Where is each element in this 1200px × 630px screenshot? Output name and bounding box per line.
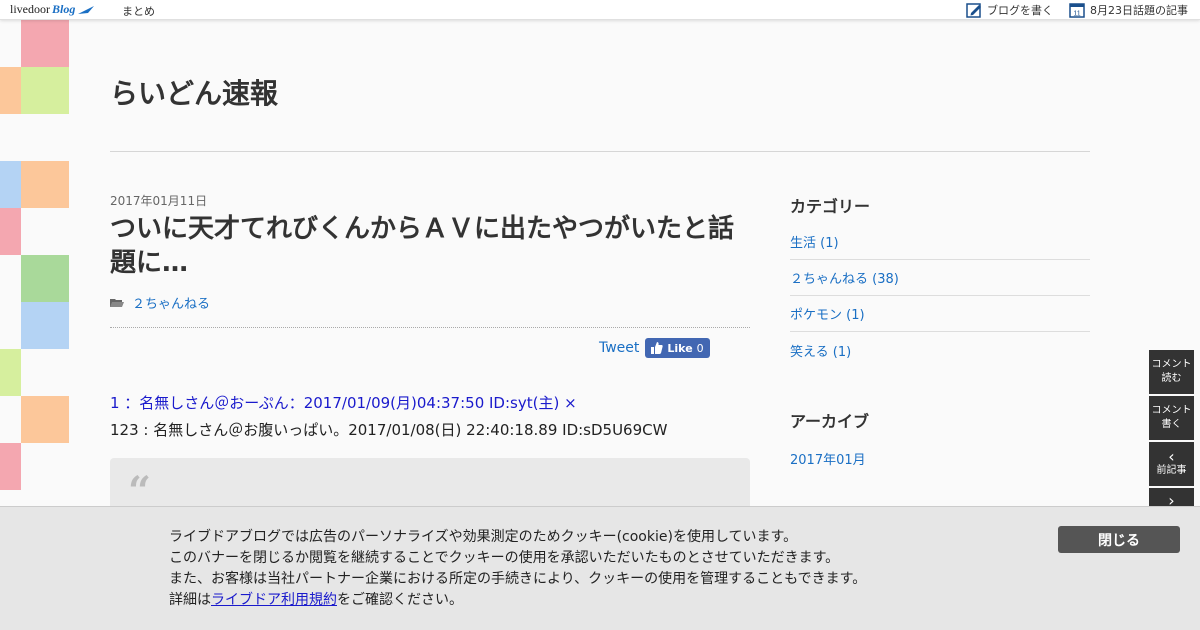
response-header: 1 ：名無しさん＠おーぷん：2017/01/09(月)04:37:50 ID:s… — [110, 394, 577, 412]
header-divider — [110, 151, 1090, 152]
livedoor-blog-logo[interactable]: livedoor Blog — [10, 2, 95, 17]
tweet-button[interactable]: Tweet — [599, 340, 639, 356]
calendar-day: 11 — [1073, 11, 1080, 18]
archive-heading: アーカイブ — [790, 412, 870, 431]
logo-main-text: livedoor — [10, 2, 50, 16]
folder-icon — [110, 299, 124, 307]
post-divider — [110, 327, 750, 328]
post-category: ２ちゃんねる — [110, 293, 210, 312]
bird-icon — [78, 5, 95, 14]
mosaic-tile — [21, 255, 69, 302]
category-item[interactable]: ２ちゃんねる (38) — [790, 260, 1090, 296]
like-count: 0 — [696, 341, 704, 355]
cookie-line-4-prefix: 詳細は — [169, 592, 211, 608]
terms-link[interactable]: ライブドア利用規約 — [211, 592, 337, 608]
trending-articles-link[interactable]: 11 8月23日話題の記事 — [1069, 1, 1188, 19]
close-banner-button[interactable]: 閉じる — [1058, 526, 1180, 553]
cookie-banner: ライブドアブログでは広告のパーソナライズや効果測定のためクッキー(cookie)… — [0, 506, 1200, 630]
category-item[interactable]: 笑える (1) — [790, 332, 1090, 368]
site-title[interactable]: らいどん速報 — [110, 72, 278, 112]
cookie-line-3: また、お客様は当社パートナー企業における所定の手続きにより、クッキーの使用を管理… — [169, 571, 867, 587]
mosaic-tile — [0, 161, 21, 208]
post-category-link[interactable]: ２ちゃんねる — [132, 293, 210, 312]
cookie-text: ライブドアブログでは広告のパーソナライズや効果測定のためクッキー(cookie)… — [169, 527, 866, 611]
decorative-mosaic — [0, 20, 70, 510]
prev-article-button[interactable]: ‹ 前記事 — [1149, 442, 1194, 486]
post-title[interactable]: ついに天才てれびくんからＡＶに出たやつがいたと話題に… — [110, 212, 750, 280]
mosaic-tile — [0, 349, 21, 396]
share-buttons: Tweet Like 0 — [599, 338, 710, 358]
trending-label: 8月23日話題の記事 — [1090, 4, 1188, 17]
facebook-like-button[interactable]: Like 0 — [645, 338, 710, 358]
mosaic-tile — [0, 443, 21, 490]
category-heading: カテゴリー — [790, 197, 871, 216]
chevron-left-icon: ‹ — [1168, 447, 1175, 466]
mosaic-tile — [21, 161, 69, 208]
cookie-line-2: このバナーを閉じるか閲覧を継続することでクッキーの使用を承認いただいたものとさせ… — [169, 550, 840, 566]
nav-matome-link[interactable]: まとめ — [122, 3, 155, 19]
category-item[interactable]: ポケモン (1) — [790, 296, 1090, 332]
write-comment-button[interactable]: コメント 書く — [1149, 396, 1194, 440]
mosaic-tile — [0, 67, 21, 114]
prev-article-label: 前記事 — [1156, 465, 1187, 476]
write-comment-label: コメント — [1151, 405, 1192, 416]
thumbs-up-icon — [651, 342, 664, 354]
cookie-line-1: ライブドアブログでは広告のパーソナライズや効果測定のためクッキー(cookie)… — [169, 529, 798, 545]
mosaic-tile — [0, 208, 21, 255]
write-comment-label-2: 書く — [1161, 419, 1182, 430]
write-blog-link[interactable]: ブログを書く — [966, 1, 1053, 19]
pencil-icon — [966, 3, 981, 18]
read-comments-label-2: 読む — [1161, 373, 1182, 384]
like-label: Like — [667, 341, 693, 355]
archive-item[interactable]: 2017年01月 — [790, 449, 866, 468]
read-comments-button[interactable]: コメント 読む — [1149, 350, 1194, 394]
mosaic-tile — [21, 396, 69, 443]
write-blog-label: ブログを書く — [987, 4, 1053, 17]
mosaic-tile — [21, 67, 69, 114]
cookie-line-4: 詳細はライブドア利用規約をご確認ください。 — [169, 590, 866, 611]
post-date: 2017年01月11日 — [110, 194, 208, 208]
top-bar: livedoor Blog まとめ ブログを書く 11 8月23日話題の記事 — [0, 0, 1200, 20]
cookie-line-4-suffix: をご確認ください。 — [337, 592, 463, 608]
logo-blog-text: Blog — [52, 2, 76, 16]
calendar-icon: 11 — [1069, 3, 1085, 18]
category-list: 生活 (1) ２ちゃんねる (38) ポケモン (1) 笑える (1) — [790, 224, 1090, 368]
mosaic-tile — [21, 20, 69, 67]
read-comments-label: コメント — [1151, 359, 1192, 370]
category-item[interactable]: 生活 (1) — [790, 224, 1090, 260]
response-body: 123 : 名無しさん＠お腹いっぱい。2017/01/08(日) 22:40:1… — [110, 421, 668, 439]
mosaic-tile — [21, 302, 69, 349]
